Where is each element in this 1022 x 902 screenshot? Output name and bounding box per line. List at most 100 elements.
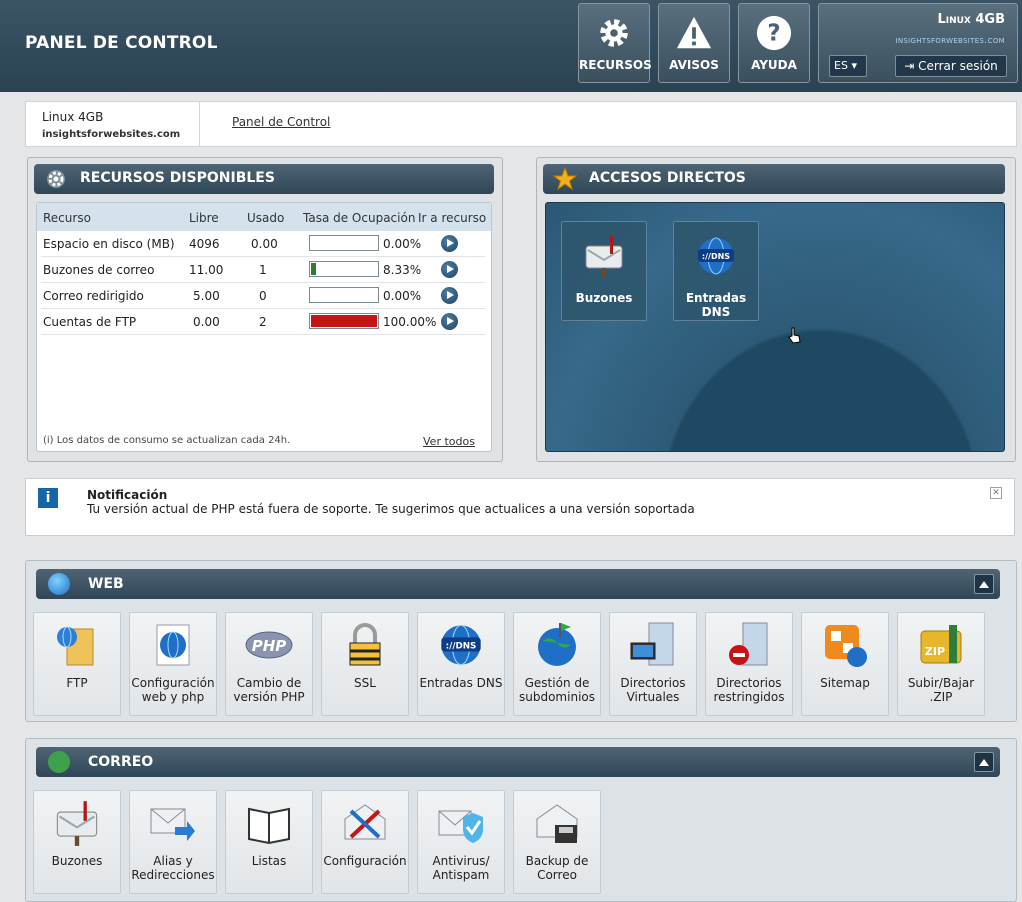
resource-pct: 0.00% bbox=[383, 237, 422, 251]
tile-subdomains[interactable]: Gestión de subdominios bbox=[513, 612, 601, 716]
col-free: Libre bbox=[189, 211, 219, 225]
notices-button[interactable]: AVISOS bbox=[658, 3, 730, 83]
resources-label: RECURSOS bbox=[579, 58, 652, 72]
tile-label: Alias y Redirecciones bbox=[131, 854, 215, 882]
resource-free: 4096 bbox=[189, 237, 220, 251]
logout-button[interactable]: ⇥ Cerrar sesión bbox=[895, 55, 1007, 77]
chevron-down-icon: ▾ bbox=[851, 59, 857, 72]
col-resource: Recurso bbox=[43, 211, 91, 225]
tile-ssl[interactable]: SSL bbox=[321, 612, 409, 716]
ftp-folder-icon bbox=[57, 626, 94, 666]
breadcrumb-domain: insightsforwebsites.com bbox=[42, 129, 181, 140]
tile-web-config[interactable]: Configuración web y php bbox=[129, 612, 217, 716]
dns-globe-icon: ://DNS bbox=[698, 237, 734, 275]
account-box: Linux 4GB insightsforwebsites.com ES ▾ ⇥… bbox=[818, 3, 1018, 83]
top-bar: PANEL DE CONTROL RECURSOS AVISOS ? AYUDA… bbox=[0, 0, 1022, 92]
cursor-icon bbox=[788, 327, 801, 344]
tile-restricted-dirs[interactable]: Directorios restringidos bbox=[705, 612, 793, 716]
web-config-icon bbox=[156, 624, 190, 666]
notices-label: AVISOS bbox=[669, 58, 719, 72]
tile-label: Backup de Correo bbox=[525, 854, 589, 882]
mail-forward-icon bbox=[150, 808, 195, 841]
tile-antivirus[interactable]: Antivirus/ Antispam bbox=[417, 790, 505, 894]
language-value: ES bbox=[834, 59, 848, 72]
svg-text:ZIP: ZIP bbox=[925, 645, 945, 658]
resources-title: RECURSOS DISPONIBLES bbox=[80, 170, 275, 186]
collapse-mail-button[interactable] bbox=[974, 752, 994, 772]
consumption-note: (i) Los datos de consumo se actualizan c… bbox=[43, 435, 291, 446]
zip-icon: ZIP bbox=[920, 625, 962, 664]
tile-label: Listas bbox=[251, 854, 287, 868]
breadcrumb-link-control-panel[interactable]: Panel de Control bbox=[232, 115, 330, 129]
col-goto: Ir a recurso bbox=[418, 211, 487, 225]
globe-icon bbox=[48, 573, 70, 595]
web-section-header: WEB bbox=[36, 569, 1000, 599]
view-all-link[interactable]: Ver todos bbox=[423, 435, 475, 448]
tile-label: FTP bbox=[66, 676, 88, 690]
shortcut-dns[interactable]: ://DNS Entradas DNS bbox=[673, 221, 759, 321]
logout-icon: ⇥ bbox=[904, 59, 915, 73]
table-row: Buzones de correo 11.00 1 8.33% bbox=[41, 257, 485, 283]
virtual-dir-icon bbox=[630, 622, 674, 666]
shortcut-label: Buzones bbox=[575, 291, 633, 305]
language-select[interactable]: ES ▾ bbox=[829, 55, 867, 77]
tile-mailboxes[interactable]: Buzones bbox=[33, 790, 121, 894]
tile-label: Gestión de subdominios bbox=[519, 676, 595, 704]
subdomain-globe-icon bbox=[538, 623, 576, 666]
warning-icon bbox=[676, 16, 712, 49]
help-label: AYUDA bbox=[751, 58, 797, 72]
table-header: Recurso Libre Usado Tasa de Ocupación Ir… bbox=[37, 203, 491, 231]
go-to-resource-button[interactable] bbox=[441, 235, 458, 252]
tile-alias[interactable]: Alias y Redirecciones bbox=[129, 790, 217, 894]
tile-ftp[interactable]: FTP bbox=[33, 612, 121, 716]
col-occupancy: Tasa de Ocupación bbox=[303, 211, 416, 225]
svg-text:://DNS: ://DNS bbox=[446, 641, 477, 651]
usage-bar bbox=[309, 261, 379, 277]
resource-free: 0.00 bbox=[193, 315, 220, 329]
resource-pct: 100.00% bbox=[383, 315, 437, 329]
tile-sitemap[interactable]: Sitemap bbox=[801, 612, 889, 716]
resource-name: Buzones de correo bbox=[43, 263, 155, 277]
mail-backup-icon bbox=[536, 804, 578, 843]
table-row: Correo redirigido 5.00 0 0.00% bbox=[41, 283, 485, 309]
svg-text:://DNS: ://DNS bbox=[702, 252, 730, 261]
resource-pct: 8.33% bbox=[383, 263, 422, 277]
resource-name: Espacio en disco (MB) bbox=[43, 237, 175, 251]
shortcut-label: Entradas DNS bbox=[685, 291, 747, 319]
table-row: Cuentas de FTP 0.00 2 100.00% bbox=[41, 309, 485, 335]
tile-zip[interactable]: ZIP Subir/Bajar .ZIP bbox=[897, 612, 985, 716]
usage-bar-fill bbox=[311, 315, 377, 327]
mail-envelope-icon bbox=[48, 751, 70, 773]
resource-used: 0.00 bbox=[251, 237, 278, 251]
resources-panel-header: RECURSOS DISPONIBLES bbox=[34, 164, 494, 194]
web-section: WEB FTP Configuración web y php PHP Camb… bbox=[25, 560, 1017, 722]
help-button[interactable]: ? AYUDA bbox=[738, 3, 810, 83]
tile-mail-backup[interactable]: Backup de Correo bbox=[513, 790, 601, 894]
tile-virtual-dirs[interactable]: Directorios Virtuales bbox=[609, 612, 697, 716]
go-to-resource-button[interactable] bbox=[441, 287, 458, 304]
restricted-dir-icon bbox=[729, 622, 768, 666]
resources-panel: RECURSOS DISPONIBLES Recurso Libre Usado… bbox=[27, 157, 503, 462]
resources-button[interactable]: RECURSOS bbox=[578, 3, 652, 83]
logout-label: Cerrar sesión bbox=[918, 59, 998, 73]
book-icon bbox=[248, 807, 290, 845]
help-icon: ? bbox=[756, 15, 792, 51]
collapse-web-button[interactable] bbox=[974, 574, 994, 594]
tile-lists[interactable]: Listas bbox=[225, 790, 313, 894]
go-to-resource-button[interactable] bbox=[441, 261, 458, 278]
shortcuts-area: Buzones ://DNS Entradas DNS bbox=[545, 202, 1005, 452]
resource-used: 0 bbox=[259, 289, 267, 303]
close-icon[interactable]: ✕ bbox=[990, 487, 1002, 499]
resource-name: Cuentas de FTP bbox=[43, 315, 137, 329]
shortcuts-panel: ACCESOS DIRECTOS Buzones ://DNS Entradas… bbox=[536, 157, 1016, 462]
tile-php-version[interactable]: PHP Cambio de versión PHP bbox=[225, 612, 313, 716]
shortcut-mailboxes[interactable]: Buzones bbox=[561, 221, 647, 321]
mailbox-icon bbox=[585, 236, 623, 277]
app-title: PANEL DE CONTROL bbox=[25, 33, 218, 53]
go-to-resource-button[interactable] bbox=[441, 313, 458, 330]
tile-label: Cambio de versión PHP bbox=[233, 676, 305, 704]
gear-icon bbox=[600, 19, 628, 47]
resources-table: Recurso Libre Usado Tasa de Ocupación Ir… bbox=[36, 202, 492, 452]
tile-mail-config[interactable]: Configuración bbox=[321, 790, 409, 894]
tile-dns[interactable]: ://DNS Entradas DNS bbox=[417, 612, 505, 716]
